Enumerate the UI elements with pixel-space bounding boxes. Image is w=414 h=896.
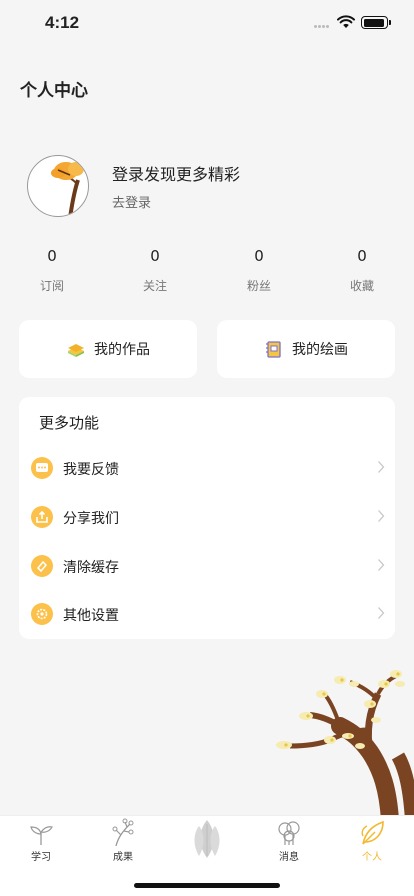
decorative-tree-illustration bbox=[276, 670, 414, 820]
branch-icon bbox=[112, 818, 134, 847]
chevron-right-icon bbox=[378, 559, 385, 571]
stat-label: 粉丝 bbox=[246, 279, 271, 293]
menu-item-label: 其他设置 bbox=[63, 608, 119, 624]
login-link[interactable]: 去登录 bbox=[112, 192, 151, 211]
wifi-icon bbox=[337, 15, 355, 28]
page-title: 个人中心 bbox=[20, 81, 88, 101]
stat-label: 关注 bbox=[142, 279, 167, 293]
tab-label: 消息 bbox=[279, 852, 299, 863]
books-icon bbox=[68, 344, 84, 357]
chevron-right-icon bbox=[378, 510, 385, 522]
stat-favorites[interactable]: 0 收藏 bbox=[322, 247, 402, 294]
tab-center[interactable] bbox=[177, 816, 237, 860]
tab-label: 成果 bbox=[113, 852, 133, 863]
chevron-right-icon bbox=[378, 461, 385, 473]
my-works-label: 我的作品 bbox=[94, 342, 150, 358]
signal-icon bbox=[314, 25, 332, 29]
more-functions-card: 更多功能 我要反馈 分享我们 清除缓存 其他设置 bbox=[19, 397, 395, 639]
menu-item-label: 清除缓存 bbox=[63, 560, 119, 576]
home-indicator bbox=[134, 883, 280, 888]
tab-messages[interactable]: 消息 bbox=[259, 818, 319, 863]
stats-row: 0 订阅 0 关注 0 粉丝 0 收藏 bbox=[0, 247, 414, 297]
menu-item-label: 分享我们 bbox=[63, 511, 119, 527]
battery-icon bbox=[361, 16, 391, 29]
menu-item-share[interactable]: 分享我们 bbox=[19, 496, 395, 540]
stat-value: 0 bbox=[357, 247, 367, 265]
avatar-tree-icon bbox=[51, 162, 84, 216]
stat-value: 0 bbox=[254, 247, 264, 265]
chevron-right-icon bbox=[378, 607, 385, 619]
stat-following[interactable]: 0 关注 bbox=[115, 247, 195, 294]
menu-item-feedback[interactable]: 我要反馈 bbox=[19, 447, 395, 491]
menu-item-label: 我要反馈 bbox=[63, 462, 119, 478]
tab-profile[interactable]: 个人 bbox=[342, 818, 402, 863]
stat-followers[interactable]: 0 粉丝 bbox=[219, 247, 299, 294]
stat-label: 订阅 bbox=[39, 279, 64, 293]
sprout-icon bbox=[30, 826, 53, 845]
settings-icon bbox=[31, 603, 53, 625]
menu-item-settings[interactable]: 其他设置 bbox=[19, 593, 395, 637]
stat-value: 0 bbox=[47, 247, 57, 265]
feedback-icon bbox=[31, 457, 53, 479]
tab-study[interactable]: 学习 bbox=[11, 818, 71, 863]
stat-label: 收藏 bbox=[349, 279, 374, 293]
clear-cache-icon bbox=[31, 555, 53, 577]
leaf-icon bbox=[361, 820, 384, 845]
menu-item-clear-cache[interactable]: 清除缓存 bbox=[19, 545, 395, 589]
more-functions-title: 更多功能 bbox=[39, 414, 100, 432]
tab-results[interactable]: 成果 bbox=[93, 818, 153, 863]
login-prompt: 登录发现更多精彩 bbox=[112, 165, 241, 184]
status-bar: 4:12 bbox=[0, 0, 414, 47]
trees-icon bbox=[278, 821, 300, 845]
status-time: 4:12 bbox=[45, 13, 80, 32]
tab-label: 学习 bbox=[31, 852, 51, 863]
my-drawings-button[interactable]: 我的绘画 bbox=[217, 320, 395, 378]
stat-subscriptions[interactable]: 0 订阅 bbox=[12, 247, 92, 294]
center-leaf-icon bbox=[194, 820, 220, 858]
drawing-book-icon bbox=[266, 341, 281, 358]
avatar[interactable] bbox=[27, 155, 89, 217]
stat-value: 0 bbox=[150, 247, 160, 265]
tab-label: 个人 bbox=[362, 852, 382, 863]
my-drawings-label: 我的绘画 bbox=[292, 342, 348, 358]
share-icon bbox=[31, 506, 53, 528]
my-works-button[interactable]: 我的作品 bbox=[19, 320, 197, 378]
